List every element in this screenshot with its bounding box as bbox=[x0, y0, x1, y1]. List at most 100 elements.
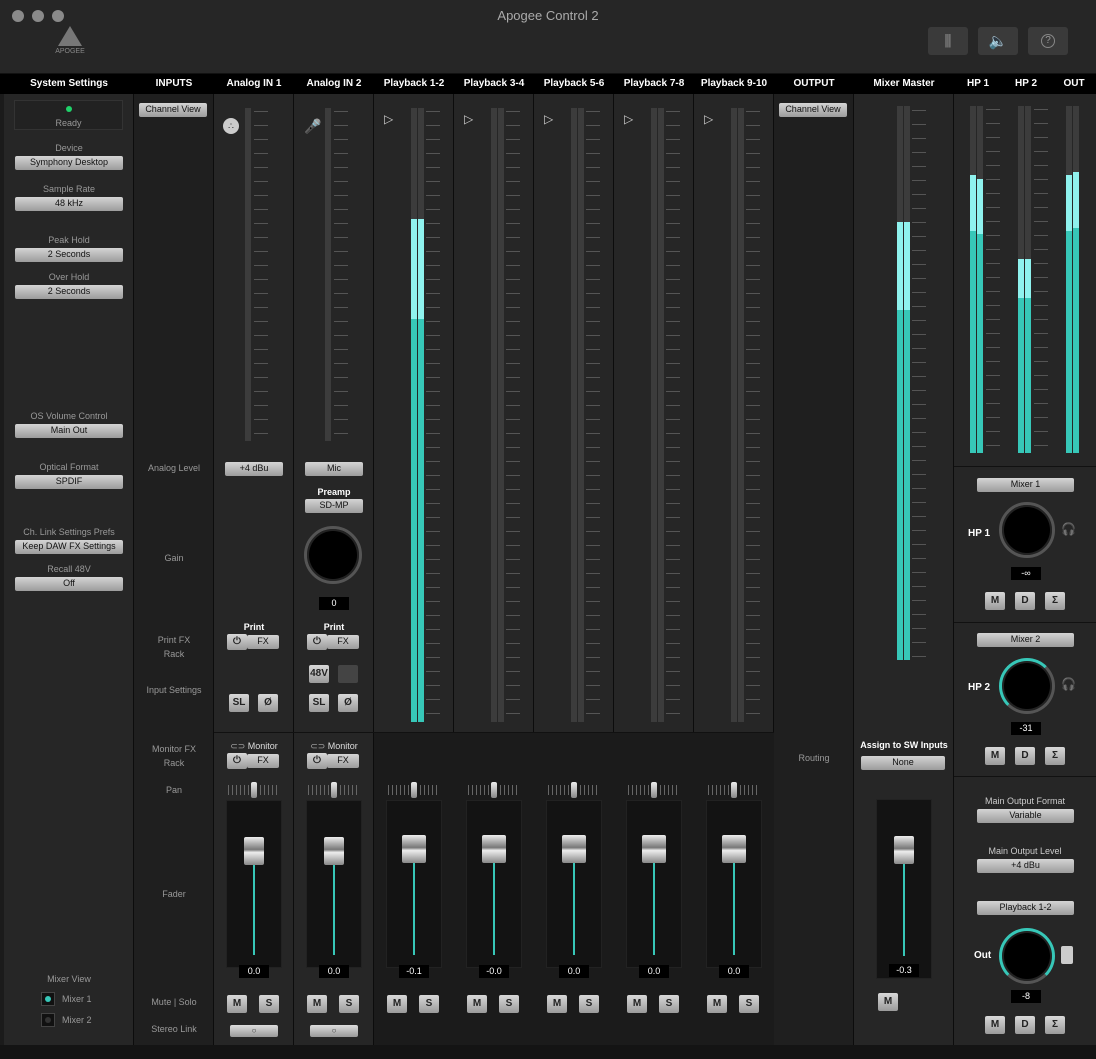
playback1-mute-button[interactable]: M bbox=[387, 995, 407, 1013]
recall-48v-select[interactable]: Off bbox=[15, 577, 123, 591]
analog1-fader-value[interactable]: 0.0 bbox=[239, 965, 269, 978]
playback3-fader-cap[interactable] bbox=[562, 835, 586, 863]
playback4-fader-cap[interactable] bbox=[642, 835, 666, 863]
help-button[interactable]: ? bbox=[1028, 27, 1068, 55]
optical-format-select[interactable]: SPDIF bbox=[15, 475, 123, 489]
dim-button[interactable]: 🔈 bbox=[978, 27, 1018, 55]
playback1-fader-value[interactable]: -0.1 bbox=[399, 965, 429, 978]
hp1-volume-knob[interactable] bbox=[999, 502, 1055, 558]
playback5-fader-cap[interactable] bbox=[722, 835, 746, 863]
status-box: Ready bbox=[14, 100, 123, 130]
analog1-pan-knob[interactable] bbox=[251, 782, 257, 798]
main-output-level-label: Main Output Level bbox=[988, 846, 1062, 856]
playback5-pan-knob[interactable] bbox=[731, 782, 737, 798]
playback5-solo-button[interactable]: S bbox=[739, 995, 759, 1013]
analog2-48v-button[interactable]: 48V bbox=[309, 665, 329, 683]
playback5-fader-value[interactable]: 0.0 bbox=[719, 965, 749, 978]
playback1-solo-button[interactable]: S bbox=[419, 995, 439, 1013]
out-source-select[interactable]: Playback 1-2 bbox=[977, 901, 1074, 915]
hp2-mono-sum-button[interactable]: Σ bbox=[1045, 747, 1065, 765]
faders-icon: ⫼ bbox=[944, 32, 952, 50]
analog2-soft-limit-button[interactable] bbox=[338, 665, 358, 683]
analog2-mute-button[interactable]: M bbox=[307, 995, 327, 1013]
over-hold-select[interactable]: 2 Seconds bbox=[15, 285, 123, 299]
playback1-pan-knob[interactable] bbox=[411, 782, 417, 798]
hp1-mono-sum-button[interactable]: Σ bbox=[1045, 592, 1065, 610]
device-select[interactable]: Symphony Desktop bbox=[15, 156, 123, 170]
input-channel-view-button[interactable]: Channel View bbox=[139, 103, 207, 117]
analog1-print-fx-button[interactable]: FX bbox=[247, 635, 279, 649]
master-fader-value[interactable]: -0.3 bbox=[889, 964, 919, 977]
playback2-pan-knob[interactable] bbox=[491, 782, 497, 798]
analog1-sl-button[interactable]: SL bbox=[229, 694, 249, 712]
playback4-meter-left bbox=[651, 108, 657, 722]
analog2-phase-button[interactable]: Ø bbox=[338, 694, 358, 712]
analog1-monitor-power-button[interactable]: ⏻ bbox=[227, 753, 247, 769]
analog2-fader-value[interactable]: 0.0 bbox=[319, 965, 349, 978]
analog2-print-fx-button[interactable]: FX bbox=[327, 635, 359, 649]
analog2-pan-knob[interactable] bbox=[331, 782, 337, 798]
mixer1-radio[interactable] bbox=[41, 992, 55, 1006]
chlink-prefs-select[interactable]: Keep DAW FX Settings bbox=[15, 540, 123, 554]
mixer2-radio[interactable] bbox=[41, 1013, 55, 1027]
playback2-solo-button[interactable]: S bbox=[499, 995, 519, 1013]
analog1-solo-button[interactable]: S bbox=[259, 995, 279, 1013]
playback2-fader-value[interactable]: -0.0 bbox=[479, 965, 509, 978]
stereo-link-toggle-3-4[interactable]: ○ bbox=[310, 1025, 358, 1037]
out-volume-knob[interactable] bbox=[999, 928, 1055, 984]
analog1-phase-button[interactable]: Ø bbox=[258, 694, 278, 712]
hp2-volume-knob[interactable] bbox=[999, 658, 1055, 714]
out-volume-value[interactable]: -8 bbox=[1011, 990, 1041, 1003]
hp2-dim-button[interactable]: D bbox=[1015, 747, 1035, 765]
out-mono-sum-button[interactable]: Σ bbox=[1045, 1016, 1065, 1034]
playback1-fader-cap[interactable] bbox=[402, 835, 426, 863]
analog1-monitor-fx-button[interactable]: FX bbox=[247, 754, 279, 768]
os-volume-select[interactable]: Main Out bbox=[15, 424, 123, 438]
mixer-view-button[interactable]: ⫼ bbox=[928, 27, 968, 55]
analog2-monitor-power-button[interactable]: ⏻ bbox=[307, 753, 327, 769]
analog2-print-power-button[interactable]: ⏻ bbox=[307, 634, 327, 650]
playback5-mute-button[interactable]: M bbox=[707, 995, 727, 1013]
analog2-gain-value[interactable]: 0 bbox=[319, 597, 349, 610]
master-mute-button[interactable]: M bbox=[878, 993, 898, 1011]
hp1-volume-value[interactable]: -∞ bbox=[1011, 567, 1041, 580]
analog2-solo-button[interactable]: S bbox=[339, 995, 359, 1013]
main-output-format-select[interactable]: Variable bbox=[977, 809, 1074, 823]
hp1-dim-button[interactable]: D bbox=[1015, 592, 1035, 610]
analog2-sl-button[interactable]: SL bbox=[309, 694, 329, 712]
hp1-mixer-select[interactable]: Mixer 1 bbox=[977, 478, 1074, 492]
playback3-mute-button[interactable]: M bbox=[547, 995, 567, 1013]
out-dim-button[interactable]: D bbox=[1015, 1016, 1035, 1034]
analog1-mute-button[interactable]: M bbox=[227, 995, 247, 1013]
playback2-fader-cap[interactable] bbox=[482, 835, 506, 863]
analog2-monitor-fx-button[interactable]: FX bbox=[327, 754, 359, 768]
playback2-mute-button[interactable]: M bbox=[467, 995, 487, 1013]
main-output-level-select[interactable]: +4 dBu bbox=[977, 859, 1074, 873]
analog2-preamp-select[interactable]: SD-MP bbox=[305, 499, 363, 513]
analog2-fader-cap[interactable] bbox=[324, 837, 344, 865]
analog1-level-select[interactable]: +4 dBu bbox=[225, 462, 283, 476]
sample-rate-select[interactable]: 48 kHz bbox=[15, 197, 123, 211]
playback3-pan-knob[interactable] bbox=[571, 782, 577, 798]
playback3-solo-button[interactable]: S bbox=[579, 995, 599, 1013]
hp1-mute-button[interactable]: M bbox=[985, 592, 1005, 610]
peak-hold-select[interactable]: 2 Seconds bbox=[15, 248, 123, 262]
output-channel-view-button[interactable]: Channel View bbox=[779, 103, 847, 117]
analog2-level-select[interactable]: Mic bbox=[305, 462, 363, 476]
assign-sw-inputs-select[interactable]: None bbox=[861, 756, 945, 770]
hp2-mute-button[interactable]: M bbox=[985, 747, 1005, 765]
stereo-link-toggle-1-2[interactable]: ○ bbox=[230, 1025, 278, 1037]
playback4-pan-knob[interactable] bbox=[651, 782, 657, 798]
playback4-fader-value[interactable]: 0.0 bbox=[639, 965, 669, 978]
playback4-solo-button[interactable]: S bbox=[659, 995, 679, 1013]
analog1-print-power-button[interactable]: ⏻ bbox=[227, 634, 247, 650]
hp2-mixer-select[interactable]: Mixer 2 bbox=[977, 633, 1074, 647]
master-fader-cap[interactable] bbox=[894, 836, 914, 864]
playback3-fader-value[interactable]: 0.0 bbox=[559, 965, 589, 978]
analog2-gain-knob[interactable] bbox=[304, 526, 362, 584]
analog1-fader-cap[interactable] bbox=[244, 837, 264, 865]
header-system-settings: System Settings bbox=[30, 78, 108, 89]
playback4-mute-button[interactable]: M bbox=[627, 995, 647, 1013]
hp2-volume-value[interactable]: -31 bbox=[1011, 722, 1041, 735]
out-mute-button[interactable]: M bbox=[985, 1016, 1005, 1034]
